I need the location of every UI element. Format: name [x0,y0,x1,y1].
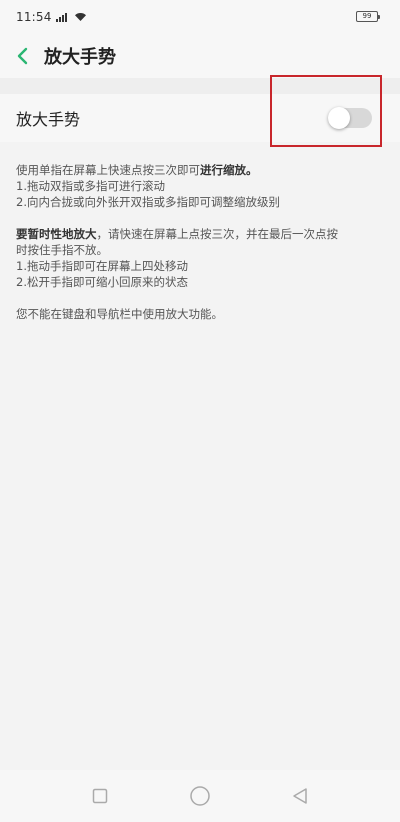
page-title: 放大手势 [44,47,116,68]
desc-line: 要暂时性地放大，请快速在屏幕上点按三次，并在最后一次点按 [16,226,382,242]
back-button[interactable] [4,34,40,78]
signal-icon [55,13,67,22]
battery-icon: 99 [356,11,380,22]
home-button[interactable] [180,776,220,816]
desc-line: 使用单指在屏幕上快速点按三次即可进行缩放。 [16,162,382,178]
desc-line: 2.松开手指即可缩小回原来的状态 [16,275,188,289]
desc-line: 2.向内合拢或向外张开双指或多指即可调整缩放级别 [16,195,280,209]
desc-line: 您不能在键盘和导航栏中使用放大功能。 [16,307,223,321]
highlight-annotation [270,75,382,147]
chevron-left-icon [17,47,28,65]
desc-line: 1.拖动手指即可在屏幕上四处移动 [16,259,188,273]
square-icon [92,788,108,804]
wifi-icon [74,13,86,21]
status-bar: 11:54 99 [0,0,400,34]
system-nav-bar [0,770,400,822]
desc-text: ，请快速在屏幕上点按三次，并在最后一次点按 [96,227,339,241]
description-paragraph-2: 要暂时性地放大，请快速在屏幕上点按三次，并在最后一次点按 时按住手指不放。 1.… [16,226,382,290]
status-icons [55,12,87,22]
setting-label: 放大手势 [16,110,81,129]
desc-line: 1.拖动双指或多指可进行滚动 [16,179,165,193]
status-time: 11:54 [16,10,52,24]
desc-bold-text: 进行缩放。 [200,163,258,177]
description-paragraph-3: 您不能在键盘和导航栏中使用放大功能。 [16,306,382,322]
description: 使用单指在屏幕上快速点按三次即可进行缩放。 1.拖动双指或多指可进行滚动 2.向… [16,162,382,338]
desc-line: 时按住手指不放。 [16,243,108,257]
circle-icon [190,786,210,806]
recent-apps-button[interactable] [80,776,120,816]
description-paragraph-1: 使用单指在屏幕上快速点按三次即可进行缩放。 1.拖动双指或多指可进行滚动 2.向… [16,162,382,210]
triangle-left-icon [293,788,307,804]
nav-header: 放大手势 [0,34,400,78]
desc-text: 使用单指在屏幕上快速点按三次即可 [16,163,200,177]
desc-bold-text: 要暂时性地放大 [16,227,97,241]
back-nav-button[interactable] [280,776,320,816]
